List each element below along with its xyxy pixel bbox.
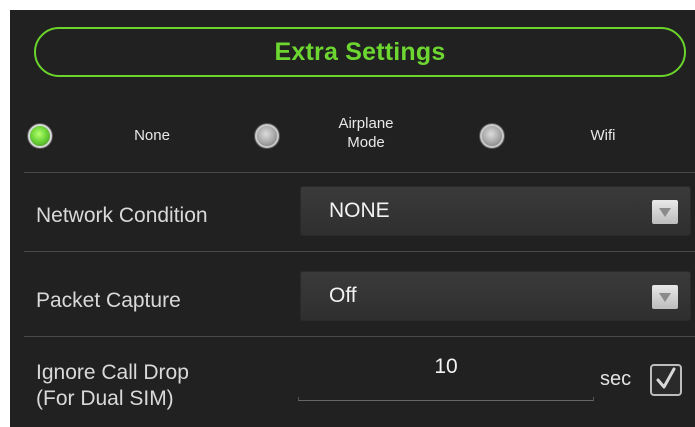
ignore-call-drop-value: 10: [434, 355, 458, 378]
packet-capture-dropdown[interactable]: Off: [300, 271, 691, 321]
network-condition-value: NONE: [329, 199, 390, 222]
ignore-call-drop-checkbox[interactable]: [650, 364, 682, 396]
airplane-label-line2: Mode: [347, 134, 385, 151]
check-icon: [656, 367, 676, 389]
mode-radio-group: None Airplane Mode Wifi: [10, 106, 695, 172]
ignore-call-drop-label-line1: Ignore Call Drop: [36, 361, 189, 384]
packet-capture-value: Off: [329, 284, 357, 307]
extra-settings-header-button[interactable]: Extra Settings: [34, 27, 686, 77]
mode-label-none: None: [134, 127, 170, 144]
extra-settings-panel: Extra Settings None Airplane Mode Wifi N…: [10, 10, 695, 427]
divider: [24, 172, 695, 173]
network-condition-label: Network Condition: [36, 204, 208, 227]
packet-capture-label: Packet Capture: [36, 289, 181, 312]
unit-label: sec: [600, 368, 632, 390]
dropdown-arrow-icon: [652, 285, 678, 309]
ignore-call-drop-input[interactable]: 10: [298, 347, 594, 401]
mode-radio-airplane[interactable]: [255, 124, 279, 148]
input-underline: [298, 397, 594, 401]
airplane-label-line1: Airplane: [338, 115, 394, 132]
mode-radio-wifi[interactable]: [480, 124, 504, 148]
divider: [24, 251, 695, 252]
divider: [24, 336, 695, 337]
network-condition-dropdown[interactable]: NONE: [300, 186, 691, 236]
ignore-call-drop-label-line2: (For Dual SIM): [36, 387, 174, 410]
dropdown-arrow-icon: [652, 200, 678, 224]
mode-label-wifi: Wifi: [590, 127, 616, 144]
mode-label-airplane: Airplane Mode: [326, 114, 406, 152]
header-title: Extra Settings: [274, 37, 446, 66]
mode-radio-none[interactable]: [28, 124, 52, 148]
ignore-call-drop-label: Ignore Call Drop (For Dual SIM): [36, 360, 189, 412]
